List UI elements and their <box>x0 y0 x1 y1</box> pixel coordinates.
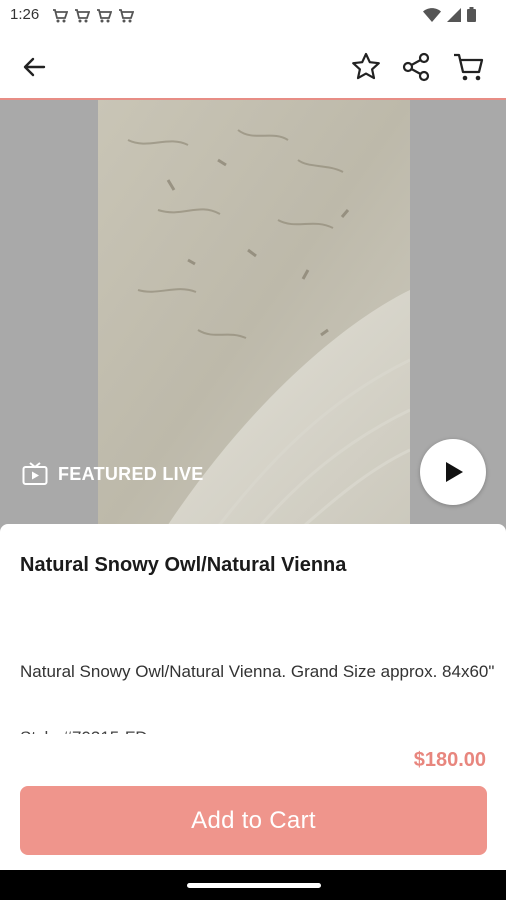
system-navigation-bar <box>0 870 506 900</box>
status-time: 1:26 <box>10 6 40 23</box>
share-button[interactable] <box>400 51 432 83</box>
cart-notification-icon <box>52 8 69 24</box>
wifi-icon <box>423 7 441 22</box>
favorite-button[interactable] <box>350 51 382 83</box>
purchase-footer: $180.00 Add to Cart <box>0 734 506 870</box>
home-gesture-handle[interactable] <box>187 883 321 888</box>
cart-notification-icon <box>96 8 113 24</box>
add-to-cart-button[interactable]: Add to Cart <box>20 786 487 855</box>
cart-icon <box>454 53 484 81</box>
featured-live-badge: FEATURED LIVE <box>22 462 204 486</box>
arrow-left-icon <box>23 57 46 77</box>
share-icon <box>402 52 430 82</box>
play-video-button[interactable] <box>420 439 486 505</box>
product-media[interactable]: FEATURED LIVE <box>0 100 506 540</box>
live-tv-icon <box>22 462 48 485</box>
play-icon <box>446 462 463 482</box>
product-details-sheet: Natural Snowy Owl/Natural Vienna Natural… <box>0 524 506 734</box>
battery-icon <box>467 7 476 22</box>
signal-icon <box>447 7 461 22</box>
product-price: $180.00 <box>413 749 486 771</box>
featured-live-label: FEATURED LIVE <box>58 463 204 484</box>
product-title: Natural Snowy Owl/Natural Vienna <box>20 554 347 576</box>
cart-notification-icon <box>118 8 135 24</box>
cart-button[interactable] <box>452 51 486 83</box>
app-bar <box>0 34 506 100</box>
star-outline-icon <box>352 52 380 80</box>
status-bar: 1:26 <box>0 0 506 34</box>
system-icons <box>423 7 476 22</box>
cart-notification-icon <box>74 8 91 24</box>
notification-icons <box>52 8 135 24</box>
product-description: Natural Snowy Owl/Natural Vienna. Grand … <box>20 662 495 681</box>
back-button[interactable] <box>20 52 50 82</box>
